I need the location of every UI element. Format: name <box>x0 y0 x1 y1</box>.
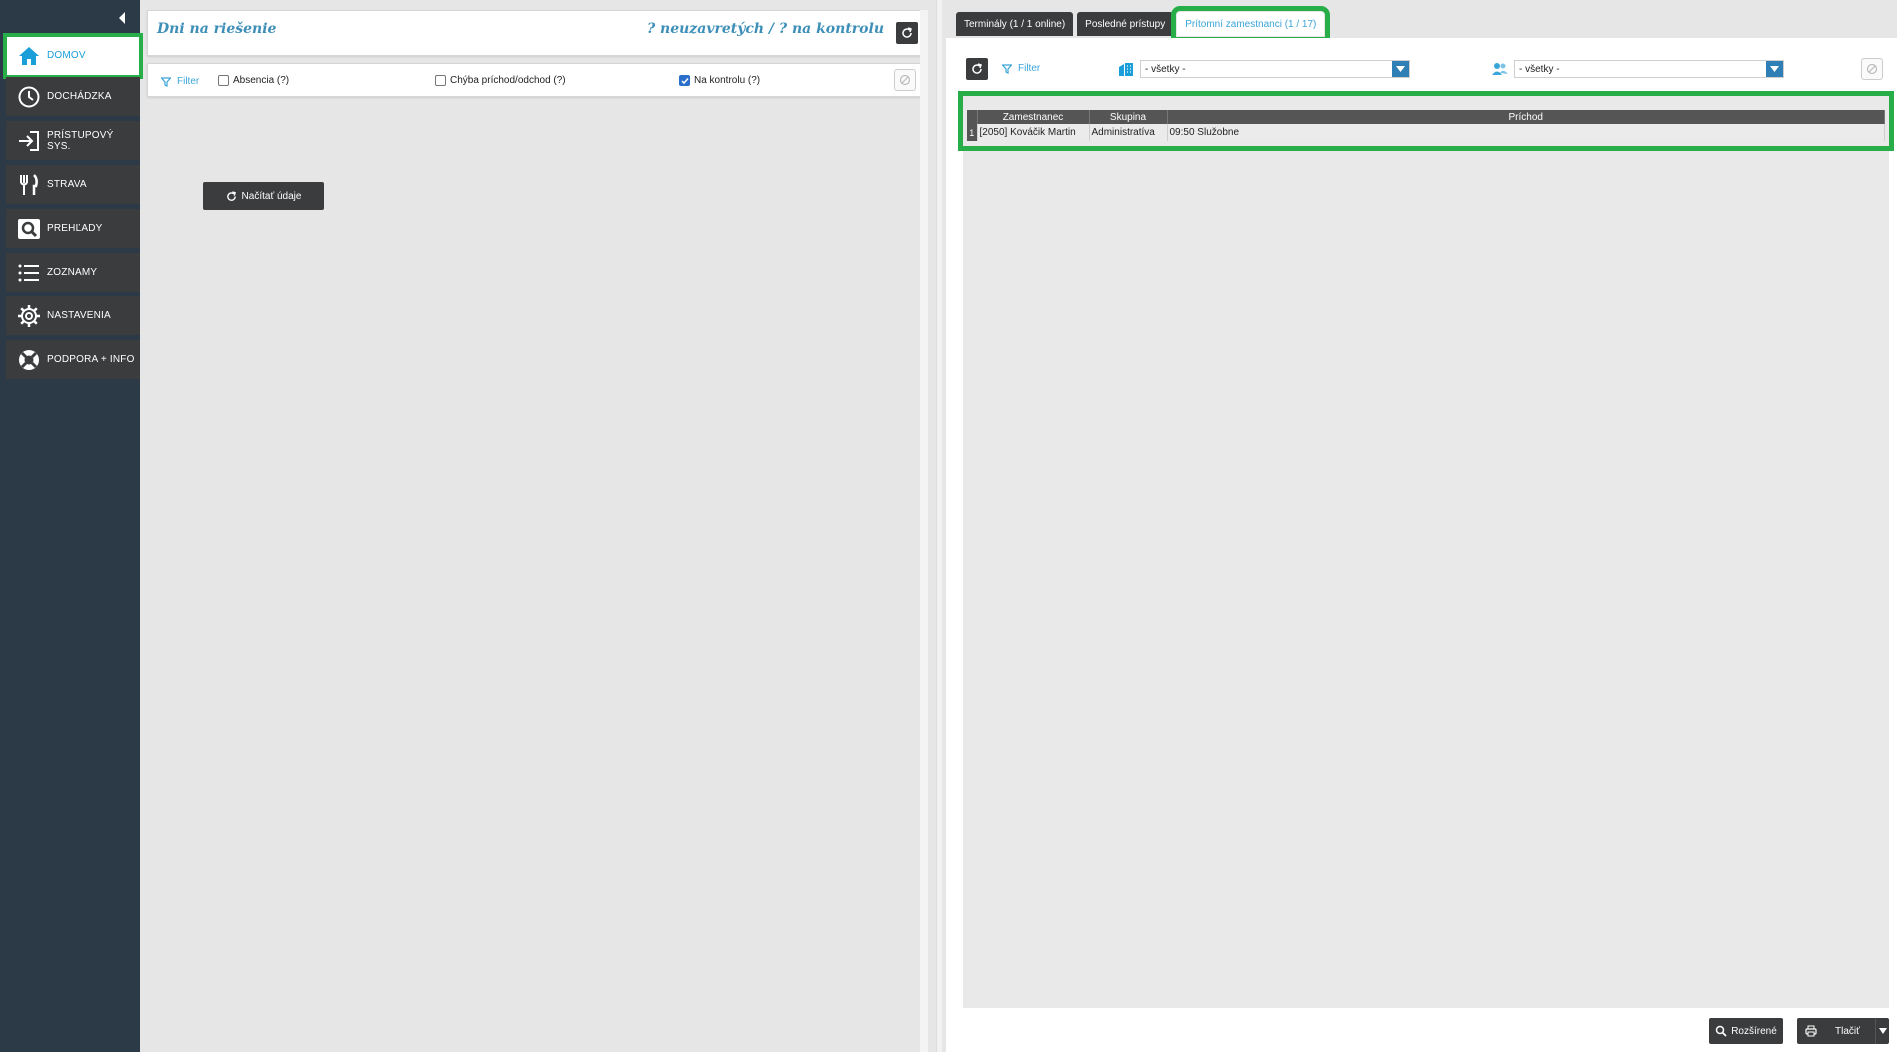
panel-title: Dni na riešenie <box>157 21 277 37</box>
extended-search-button[interactable]: Rozšírené <box>1709 1018 1783 1044</box>
checkbox-box[interactable] <box>435 75 446 86</box>
nav-label: ZOZNAMY <box>47 267 98 278</box>
sign-in-icon <box>17 129 41 153</box>
home-icon <box>17 44 41 68</box>
collapse-sidebar-button[interactable] <box>112 8 132 28</box>
print-button[interactable]: Tlačiť <box>1797 1018 1889 1044</box>
magnifier-icon <box>17 217 41 241</box>
lifebuoy-icon <box>17 348 41 372</box>
print-options-dropdown[interactable] <box>1875 1018 1889 1044</box>
checkbox-chyba-prichod-odchod[interactable]: Chýba príchod/odchod (?) <box>435 75 566 86</box>
clear-filter-button[interactable] <box>894 69 916 91</box>
nav-label: DOMOV <box>47 50 86 61</box>
print-label: Tlačiť <box>1835 1025 1860 1037</box>
column-header-group[interactable]: Skupina <box>1089 110 1168 124</box>
extended-label: Rozšírené <box>1731 1025 1777 1037</box>
caret-left-icon <box>119 12 125 24</box>
filter-link[interactable]: Filter <box>161 76 199 87</box>
nav-item-podpora-info[interactable]: PODPORA + INFO <box>6 340 140 380</box>
group-select-wrap: - všetky - <box>1492 60 1784 78</box>
row-number-header <box>967 110 978 124</box>
load-data-label: Načítať údaje <box>241 190 302 202</box>
nav-item-nastavenia[interactable]: NASTAVENIA <box>6 296 140 336</box>
nav-item-zoznamy[interactable]: ZOZNAMY <box>6 253 140 293</box>
tab-terminaly[interactable]: Terminály (1 / 1 online) <box>956 12 1074 36</box>
nav-item-strava[interactable]: STRAVA <box>6 165 140 205</box>
checkbox-na-kontrolu[interactable]: Na kontrolu (?) <box>679 75 760 86</box>
nav-item-prehlady[interactable]: PREHĽADY <box>6 209 140 249</box>
dropdown-arrow[interactable] <box>1392 61 1409 77</box>
nav-label: NASTAVENIA <box>47 310 111 321</box>
checkbox-label: Chýba príchod/odchod (?) <box>450 75 566 86</box>
nav-label: STRAVA <box>47 179 87 190</box>
refresh-button[interactable] <box>966 58 988 80</box>
checkbox-label: Na kontrolu (?) <box>694 75 761 86</box>
row-number: 1 <box>967 124 978 141</box>
panel-splitter[interactable] <box>936 0 942 1052</box>
cancel-circle-icon <box>899 74 911 86</box>
list-icon <box>17 261 41 285</box>
grid-area: Zamestnanec Skupina Príchod 1 [2050] Kov… <box>958 91 1894 1008</box>
chevron-down-icon <box>1878 1028 1887 1034</box>
funnel-icon <box>161 76 171 87</box>
nav-label: DOCHÁDZKA <box>47 91 112 102</box>
nav-item-pristupovy-sys[interactable]: PRÍSTUPOVÝ SYS. <box>6 121 140 161</box>
scrollbar[interactable] <box>920 10 928 1052</box>
printer-icon <box>1805 1025 1817 1037</box>
clear-filter-button[interactable] <box>1861 58 1883 80</box>
sidebar: DOMOV DOCHÁDZKA PRÍSTUPOVÝ SYS. STRAVA P… <box>0 0 143 1052</box>
nav-label: PRÍSTUPOVÝ SYS. <box>47 129 114 152</box>
tab-bar: Terminály (1 / 1 online) Posledné prístu… <box>956 6 1331 42</box>
load-data-button[interactable]: Načítať údaje <box>203 182 324 210</box>
refresh-icon <box>902 27 912 38</box>
checkbox-box[interactable] <box>218 75 229 86</box>
gear-icon <box>17 304 41 328</box>
days-to-resolve-panel: Dni na riešenie ? neuzavretých / ? na ko… <box>147 10 928 1052</box>
cell-employee[interactable]: [2050] Kováčik Martin <box>977 124 1090 141</box>
filter-link[interactable]: Filter <box>1002 63 1040 74</box>
panel-header: Dni na riešenie ? neuzavretých / ? na ko… <box>147 10 925 56</box>
table-header-row: Zamestnanec Skupina Príchod <box>967 110 1885 124</box>
present-employees-table: Zamestnanec Skupina Príchod 1 [2050] Kov… <box>967 110 1885 141</box>
tab-pritomni-zamestnanci[interactable]: Prítomní zamestnanci (1 / 17) <box>1171 6 1331 42</box>
nav-item-domov[interactable]: DOMOV <box>3 33 143 79</box>
nav-item-dochadzka[interactable]: DOCHÁDZKA <box>6 77 140 117</box>
column-header-arrival[interactable]: Príchod <box>1167 110 1885 124</box>
filter-label: Filter <box>177 76 200 87</box>
users-icon <box>1492 63 1508 75</box>
filter-bar: Filter Absencia (?) Chýba príchod/odchod… <box>147 63 925 97</box>
refresh-button[interactable] <box>896 22 918 44</box>
chevron-down-icon <box>1396 66 1405 72</box>
checkbox-label: Absencia (?) <box>233 75 290 86</box>
chevron-down-icon <box>1770 66 1779 72</box>
cell-group[interactable]: Administratíva <box>1089 124 1168 141</box>
location-select-wrap: - všetky - <box>1118 60 1410 78</box>
group-select[interactable]: - všetky - <box>1514 60 1784 78</box>
fork-knife-icon <box>17 173 41 197</box>
clock-icon <box>17 85 41 109</box>
cell-arrival[interactable]: 09:50 Služobne <box>1167 124 1885 141</box>
funnel-icon <box>1002 63 1012 74</box>
cancel-circle-icon <box>1866 63 1878 75</box>
unclosed-summary: ? neuzavretých / ? na kontrolu <box>646 21 884 37</box>
search-icon <box>1715 1025 1727 1037</box>
checkbox-box[interactable] <box>679 75 690 86</box>
location-select[interactable]: - všetky - <box>1140 60 1410 78</box>
refresh-icon <box>226 190 236 201</box>
filter-label: Filter <box>1018 63 1041 74</box>
dropdown-arrow[interactable] <box>1766 61 1783 77</box>
column-header-employee[interactable]: Zamestnanec <box>977 110 1090 124</box>
group-select-value: - všetky - <box>1519 63 1560 75</box>
table-row[interactable]: 1 [2050] Kováčik Martin Administratíva 0… <box>967 124 1885 141</box>
building-icon <box>1119 63 1133 76</box>
checkbox-absencia[interactable]: Absencia (?) <box>218 75 289 86</box>
present-employees-panel: Filter - všetky - - všetky - Zamestnanec… <box>946 38 1897 1052</box>
nav-label: PREHĽADY <box>47 223 103 234</box>
tab-posledne-pristupy[interactable]: Posledné prístupy <box>1077 12 1174 36</box>
location-select-value: - všetky - <box>1145 63 1186 75</box>
checkmark-icon <box>680 77 689 84</box>
nav-label: PODPORA + INFO <box>47 354 135 365</box>
right-panel: Terminály (1 / 1 online) Posledné prístu… <box>946 0 1897 1052</box>
refresh-icon <box>972 63 982 74</box>
